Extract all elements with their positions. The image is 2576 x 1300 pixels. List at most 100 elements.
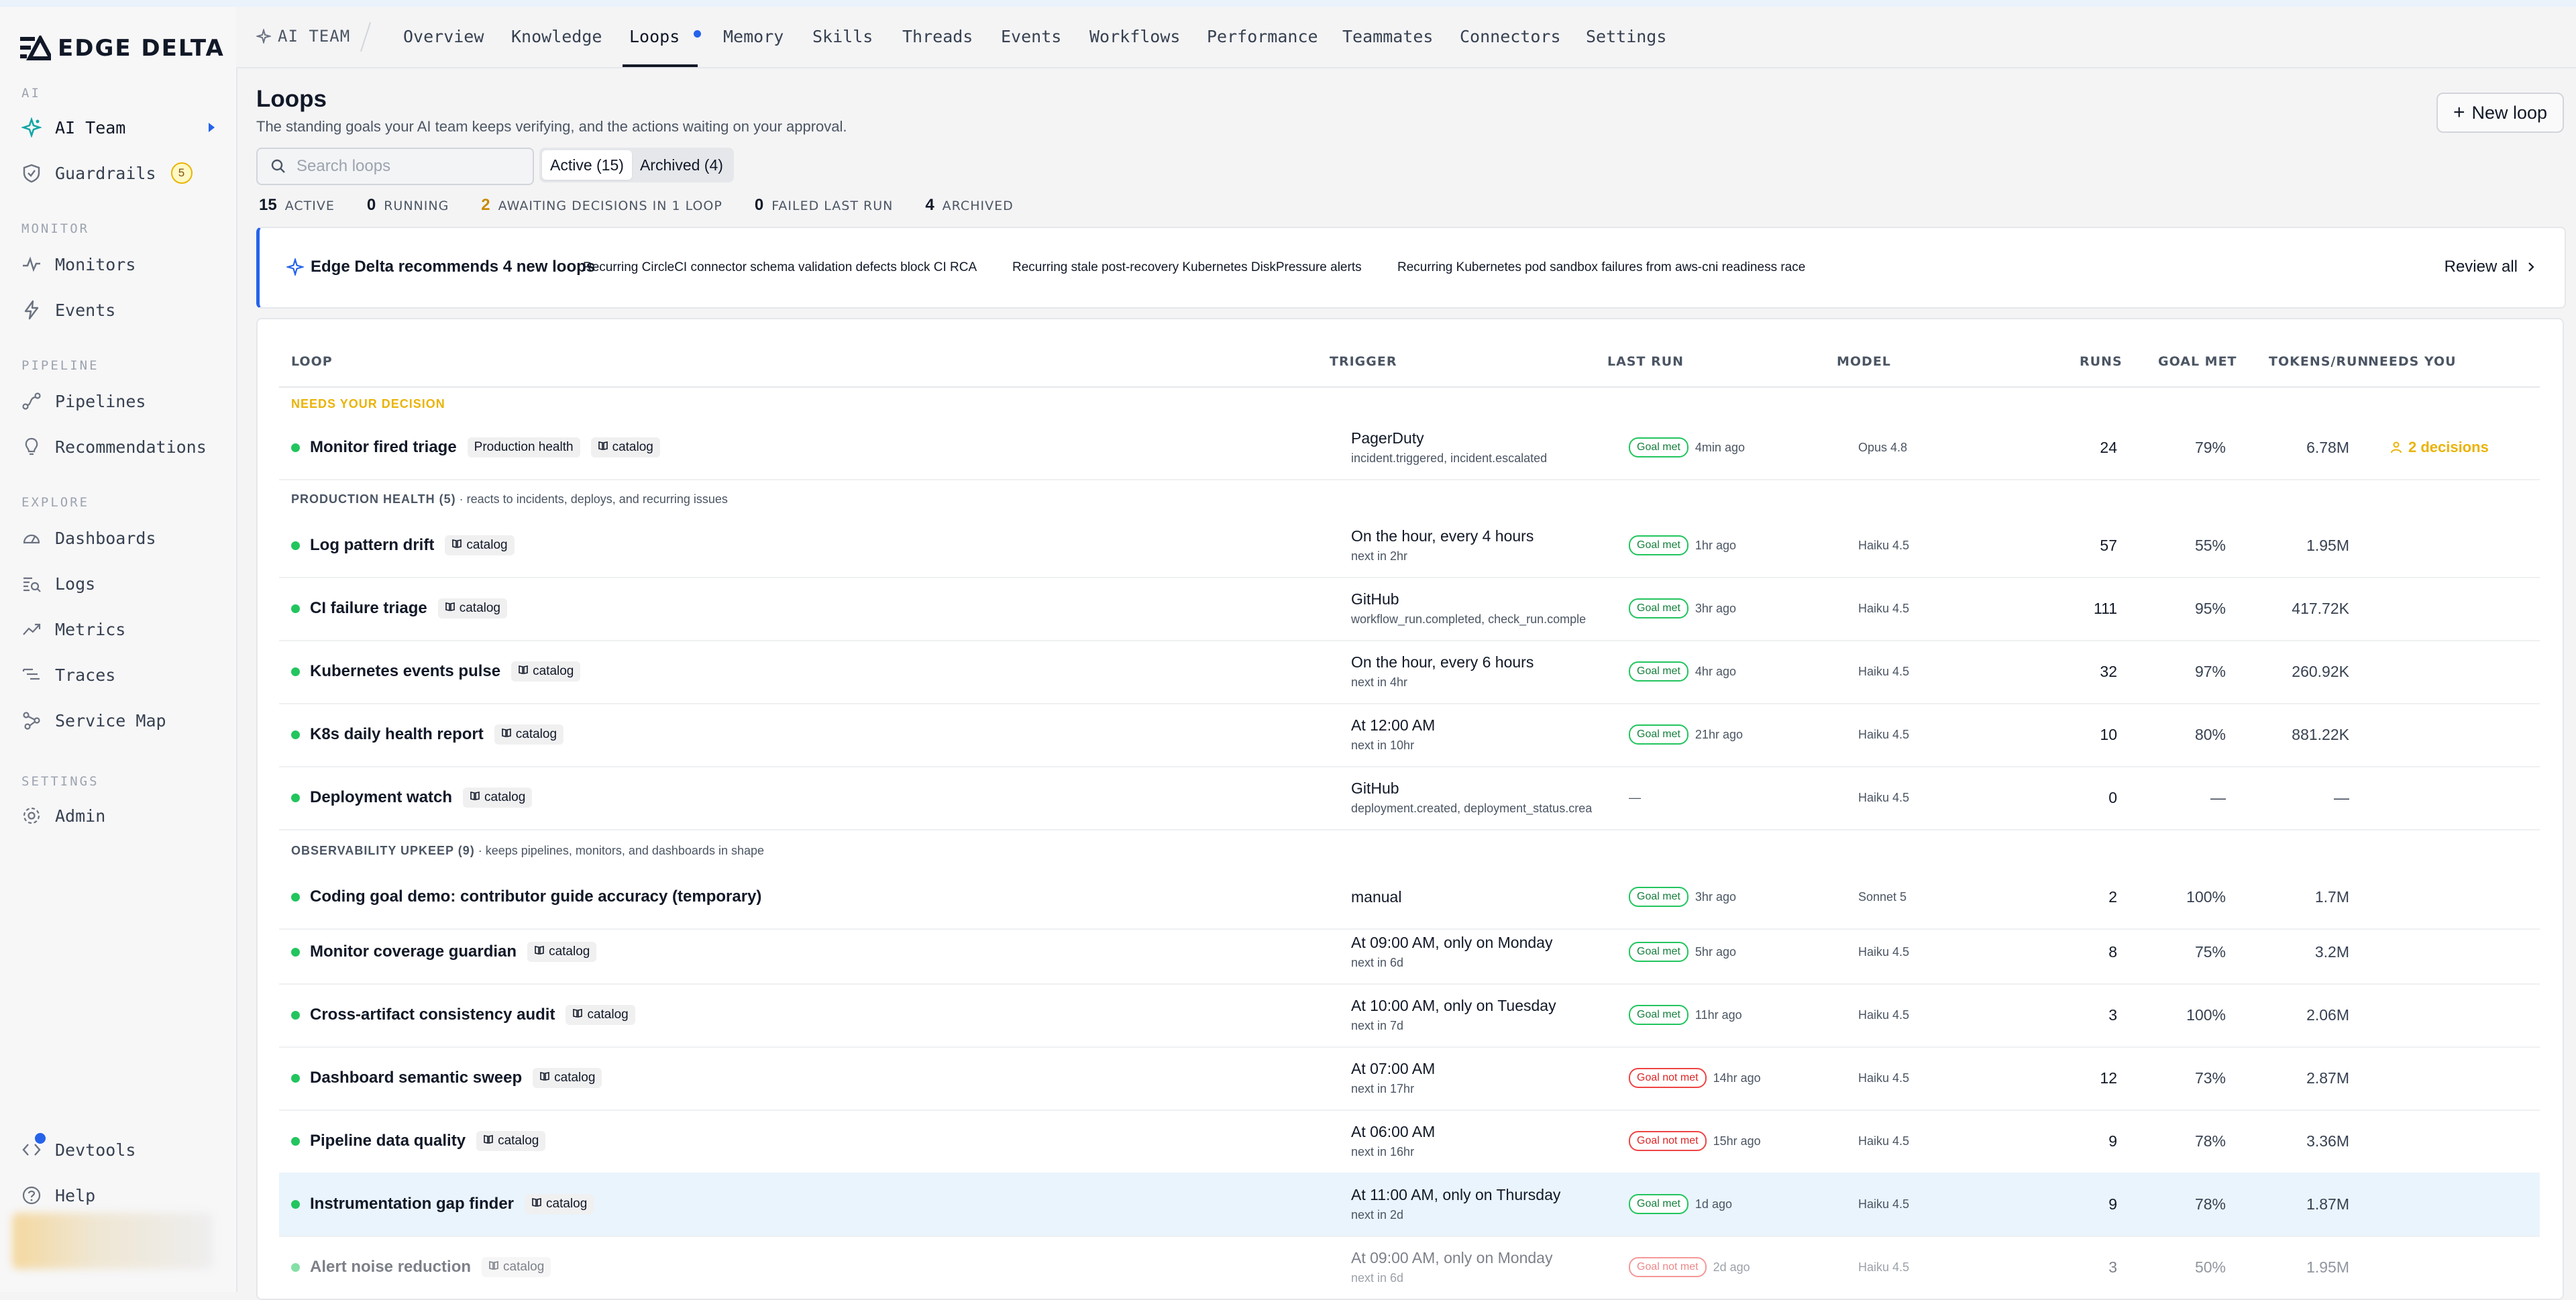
breadcrumb[interactable]: AI TEAM [256, 27, 350, 46]
column-header-last-run[interactable]: LAST RUN [1607, 354, 1684, 369]
logo[interactable]: EDGE DELTA [20, 27, 225, 70]
tab-workflows[interactable]: Workflows [1089, 27, 1180, 46]
unread-dot [694, 30, 702, 38]
tab-memory[interactable]: Memory [723, 27, 784, 46]
sidebar-item-events[interactable]: Events [21, 290, 223, 330]
sidebar-item-devtools[interactable]: Devtools [21, 1130, 223, 1170]
column-header-goal-met[interactable]: GOAL MET [2158, 354, 2237, 369]
summary-stats: 15 ACTIVE 0 RUNNING 2 AWAITING DECISIONS IN… [259, 196, 1046, 215]
group-label-production-health: PRODUCTION HEALTH (5) · reacts to incide… [291, 492, 728, 506]
sidebar-item-logs[interactable]: Logs [21, 563, 223, 604]
tab-teammates[interactable]: Teammates [1342, 27, 1433, 46]
catalog-tag: catalog [566, 1005, 635, 1025]
loop-name-cell[interactable]: Monitor coverage guardian catalog [291, 920, 597, 983]
table-row[interactable]: Log pattern drift catalog On the hour, eve… [279, 514, 2540, 578]
tag-label: catalog [549, 944, 590, 959]
tab-connectors[interactable]: Connectors [1460, 27, 1561, 46]
table-row[interactable]: Pipeline data quality catalog At 06:00 AM n… [279, 1109, 2540, 1174]
loop-name-cell[interactable]: Cross-artifact consistency audit catalog [291, 983, 635, 1046]
runs-cell: 10 [2100, 725, 2117, 743]
table-row[interactable]: Cross-artifact consistency audit catalog A… [279, 983, 2540, 1048]
loop-name-cell[interactable]: Instrumentation gap finder catalog [291, 1173, 594, 1236]
last-run-cell: Goal not met 2d ago [1629, 1236, 1750, 1299]
filter-archived-button[interactable]: Archived (4) [632, 150, 731, 180]
loop-name: Dashboard semantic sweep [310, 1069, 523, 1087]
sidebar-item-monitors[interactable]: Monitors [21, 244, 223, 284]
tab-loops[interactable]: Loops [629, 27, 702, 46]
tab-overview[interactable]: Overview [403, 27, 484, 46]
loop-name: Log pattern drift [310, 536, 435, 554]
column-header-model[interactable]: MODEL [1837, 354, 1891, 369]
sidebar-item-metrics[interactable]: Metrics [21, 609, 223, 649]
tab-settings[interactable]: Settings [1586, 27, 1666, 46]
tab-knowledge[interactable]: Knowledge [511, 27, 602, 46]
needs-you-cell[interactable]: 2 decisions [2390, 416, 2489, 479]
loop-name-cell[interactable]: Dashboard semantic sweep catalog [291, 1046, 602, 1109]
recommendation-item[interactable]: Recurring Kubernetes pod sandbox failure… [1397, 260, 1805, 275]
tab-skills[interactable]: Skills [812, 27, 873, 46]
stat-running: 0 RUNNING [367, 196, 449, 215]
goal-status-badge: Goal met [1629, 1194, 1688, 1214]
review-all-button[interactable]: Review all [2445, 258, 2538, 276]
sidebar-item-pipelines[interactable]: Pipelines [21, 381, 223, 421]
tab-performance[interactable]: Performance [1207, 27, 1318, 46]
column-header-runs[interactable]: RUNS [2080, 354, 2123, 369]
runs-cell: 9 [2108, 1195, 2117, 1213]
catalog-tag: catalog [527, 942, 597, 962]
recommendation-item[interactable]: Recurring CircleCI connector schema vali… [583, 260, 977, 275]
loop-name-cell[interactable]: Monitor fired triage Production health cat… [291, 416, 660, 479]
table-row[interactable]: Kubernetes events pulse catalog On the hou… [279, 640, 2540, 704]
table-row[interactable]: Monitor coverage guardian catalog At 09:00… [279, 920, 2540, 985]
search-field[interactable] [256, 148, 534, 185]
recommendation-item[interactable]: Recurring stale post-recovery Kubernetes… [1012, 260, 1362, 275]
loop-name-cell[interactable]: CI failure triage catalog [291, 577, 507, 640]
catalog-tag: catalog [482, 1257, 551, 1277]
table-row[interactable]: Alert noise reduction catalog At 09:00 AM,… [279, 1236, 2540, 1299]
goal-status-badge: Goal met [1629, 887, 1688, 907]
column-header-needs-you[interactable]: NEEDS YOU [2368, 354, 2457, 369]
sidebar-item-help[interactable]: Help [21, 1175, 223, 1215]
last-run-cell: Goal met 11hr ago [1629, 983, 1742, 1046]
sidebar-item-ai-team[interactable]: AI Team [21, 107, 223, 148]
sidebar-item-guardrails[interactable]: Guardrails 5 [21, 153, 223, 193]
loop-name-cell[interactable]: Coding goal demo: contributor guide accu… [291, 865, 761, 928]
search-input[interactable] [295, 156, 519, 176]
loop-name-cell[interactable]: Alert noise reduction catalog [291, 1236, 551, 1299]
loop-name-cell[interactable]: Kubernetes events pulse catalog [291, 640, 581, 703]
column-header-loop[interactable]: LOOP [291, 354, 333, 369]
loop-name-cell[interactable]: Log pattern drift catalog [291, 514, 515, 577]
trigger-detail: next in 6d [1351, 1271, 1404, 1285]
trigger-detail: next in 7d [1351, 1019, 1404, 1032]
user-profile-avatar[interactable] [12, 1213, 213, 1269]
search-icon [271, 159, 285, 173]
tab-events[interactable]: Events [1001, 27, 1061, 46]
loop-name-cell[interactable]: Pipeline data quality catalog [291, 1109, 546, 1173]
new-loop-button[interactable]: + New loop [2436, 93, 2564, 133]
sidebar-item-traces[interactable]: Traces [21, 655, 223, 695]
table-row[interactable]: K8s daily health report catalog At 12:00 A… [279, 703, 2540, 767]
table-row[interactable]: Dashboard semantic sweep catalog At 07:00 … [279, 1046, 2540, 1111]
column-header-tokens-run[interactable]: TOKENS/RUN [2269, 354, 2369, 369]
decisions-label: 2 decisions [2408, 439, 2489, 455]
tokens-per-run-cell: 3.36M [2306, 1132, 2349, 1150]
table-row[interactable]: CI failure triage catalog GitHub workflow_r… [279, 577, 2540, 641]
tab-threads[interactable]: Threads [902, 27, 973, 46]
loop-name-cell[interactable]: Deployment watch catalog [291, 766, 533, 829]
trigger-cell: At 07:00 AM next in 17hr [1351, 1060, 1599, 1096]
table-row[interactable]: Instrumentation gap finder catalog At 11:0… [279, 1173, 2540, 1237]
column-header-trigger[interactable]: TRIGGER [1330, 354, 1397, 369]
sidebar-item-admin[interactable]: Admin [21, 796, 223, 836]
table-row[interactable]: Deployment watch catalog GitHub deployment.… [279, 766, 2540, 830]
table-row[interactable]: Monitor fired triage Production health cat… [279, 416, 2540, 480]
tag-label: catalog [484, 790, 526, 804]
catalog-tag: catalog [445, 535, 515, 555]
loop-name: Pipeline data quality [310, 1132, 466, 1150]
sidebar-item-service-map[interactable]: Service Map [21, 700, 223, 741]
status-dot [291, 892, 300, 902]
sidebar-item-recommendations[interactable]: Recommendations [21, 427, 223, 467]
tokens-per-run-cell: 2.87M [2306, 1069, 2349, 1087]
loop-name-cell[interactable]: K8s daily health report catalog [291, 703, 564, 766]
breadcrumb-label: AI TEAM [278, 27, 351, 46]
filter-active-button[interactable]: Active (15) [542, 150, 632, 180]
sidebar-item-dashboards[interactable]: Dashboards [21, 518, 223, 558]
